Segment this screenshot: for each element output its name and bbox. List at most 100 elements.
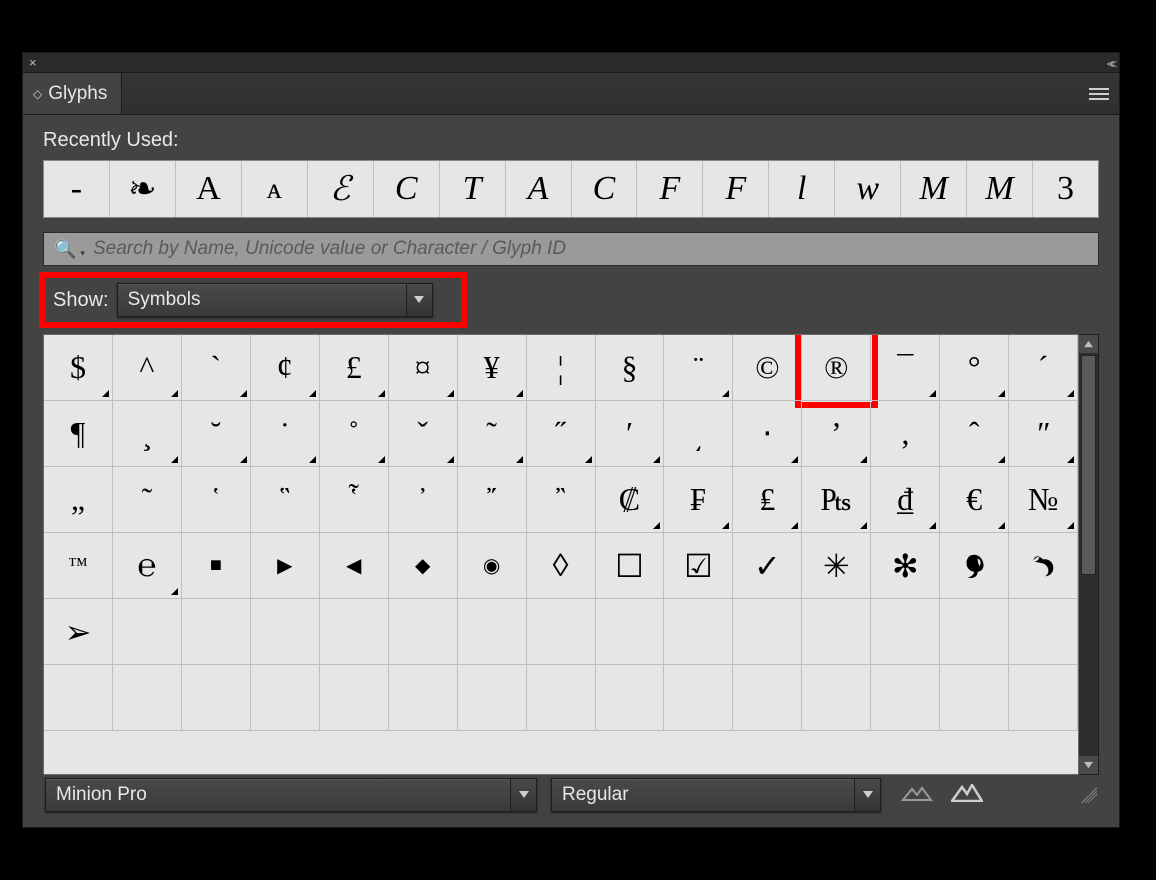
recent-glyph[interactable]: C — [572, 161, 638, 217]
zoom-out-button[interactable] — [901, 784, 933, 807]
glyph-cell[interactable]: ‚ — [871, 401, 940, 467]
glyph-cell[interactable]: ´ — [1009, 335, 1078, 401]
glyph-cell[interactable]: ₫ — [871, 467, 940, 533]
search-dropdown-icon[interactable]: ▾ — [80, 248, 85, 259]
recent-glyph[interactable]: ᴀ — [242, 161, 308, 217]
glyph-cell[interactable]: ` — [182, 335, 251, 401]
scroll-thumb[interactable] — [1081, 355, 1096, 575]
glyph-cell[interactable]: ͵ — [664, 401, 733, 467]
glyph-cell[interactable]: ˝ — [527, 401, 596, 467]
recent-glyph[interactable]: C — [374, 161, 440, 217]
resize-grip[interactable] — [1081, 787, 1097, 803]
show-dropdown[interactable]: Symbols — [117, 283, 433, 317]
glyph-cell[interactable]: € — [940, 467, 1009, 533]
glyph-cell[interactable]: ¢ — [251, 335, 320, 401]
glyph-cell[interactable]: ☑ — [664, 533, 733, 599]
glyph-cell[interactable]: ™ — [44, 533, 113, 599]
glyph-cell[interactable]: ® — [802, 335, 871, 401]
glyph-cell[interactable]: ¨ — [664, 335, 733, 401]
search-input[interactable] — [93, 238, 1088, 260]
recent-glyph[interactable]: 3 — [1033, 161, 1098, 217]
glyph-cell[interactable]: ῎ — [458, 467, 527, 533]
recent-glyph[interactable]: ℰ — [308, 161, 374, 217]
scroll-track[interactable] — [1079, 353, 1098, 756]
grid-scrollbar[interactable] — [1079, 334, 1099, 775]
glyph-cell[interactable]: ˇ — [389, 401, 458, 467]
glyph-cell[interactable]: ₣ — [664, 467, 733, 533]
glyph-cell[interactable]: ˜ — [458, 401, 527, 467]
glyph-cell[interactable] — [1009, 533, 1078, 599]
glyph-cell[interactable]: ¤ — [389, 335, 458, 401]
glyph-cell[interactable]: ῟ — [320, 467, 389, 533]
glyph-cell[interactable]: „ — [44, 467, 113, 533]
recent-glyph[interactable]: F — [703, 161, 769, 217]
font-family-dropdown[interactable]: Minion Pro — [45, 778, 537, 812]
glyph-cell[interactable]: ➢ — [44, 599, 113, 665]
glyph-cell[interactable]: ◀ — [320, 533, 389, 599]
glyph-cell[interactable]: ˘ — [182, 401, 251, 467]
glyph-cell[interactable]: ˚ — [320, 401, 389, 467]
glyph-cell[interactable]: ◊ — [527, 533, 596, 599]
glyph-cell[interactable]: № — [1009, 467, 1078, 533]
recent-glyph[interactable]: A — [176, 161, 242, 217]
tab-label: Glyphs — [48, 83, 107, 105]
glyph-cell[interactable]: ■ — [182, 533, 251, 599]
scroll-up-button[interactable] — [1079, 335, 1098, 353]
scroll-down-button[interactable] — [1079, 756, 1098, 774]
glyph-cell[interactable]: ῍ — [527, 467, 596, 533]
recent-glyph[interactable]: M — [967, 161, 1033, 217]
glyph-cell[interactable]: ✳ — [802, 533, 871, 599]
alternates-icon — [447, 390, 454, 397]
glyph-cell[interactable]: ˆ — [940, 401, 1009, 467]
glyph-cell[interactable]: ☐ — [596, 533, 665, 599]
glyph-cell[interactable]: ῝ — [251, 467, 320, 533]
glyph-search[interactable]: 🔍▾ — [43, 232, 1099, 266]
glyph-cell[interactable]: ¯ — [871, 335, 940, 401]
glyph-cell[interactable]: $ — [44, 335, 113, 401]
glyph-cell[interactable]: ₧ — [802, 467, 871, 533]
glyph-cell[interactable]: ℮ — [113, 533, 182, 599]
recent-glyph[interactable]: l — [769, 161, 835, 217]
glyph-cell[interactable]: ^ — [113, 335, 182, 401]
close-icon[interactable]: × — [29, 57, 37, 69]
glyph-cell[interactable]: ¦ — [527, 335, 596, 401]
glyph-cell[interactable]: ʺ — [1009, 401, 1078, 467]
glyph-cell[interactable]: ˙ — [251, 401, 320, 467]
glyph-cell[interactable]: ʼ — [802, 401, 871, 467]
glyph-cell[interactable]: ✓ — [733, 533, 802, 599]
glyph-cell[interactable]: ῾ — [182, 467, 251, 533]
recent-glyph[interactable]: F — [637, 161, 703, 217]
glyph-cell[interactable]: ₡ — [596, 467, 665, 533]
alternates-icon — [585, 456, 592, 463]
glyph-cell[interactable]: ✻ — [871, 533, 940, 599]
glyph-cell[interactable]: ῀ — [113, 467, 182, 533]
recent-glyph[interactable]: w — [835, 161, 901, 217]
recently-used-row: -❧AᴀℰCTACFFlwMM3 — [43, 160, 1099, 218]
font-style-dropdown[interactable]: Regular — [551, 778, 881, 812]
glyph-cell[interactable]: § — [596, 335, 665, 401]
glyph-cell[interactable]: ¥ — [458, 335, 527, 401]
recent-glyph[interactable]: M — [901, 161, 967, 217]
glyph-cell[interactable]: £ — [320, 335, 389, 401]
recent-glyph[interactable]: A — [506, 161, 572, 217]
glyph-cell[interactable]: ▶ — [251, 533, 320, 599]
tab-glyphs[interactable]: ◇ Glyphs — [23, 73, 122, 114]
glyph-cell[interactable]: ¸ — [113, 401, 182, 467]
glyph-cell[interactable]: ◆ — [389, 533, 458, 599]
glyph-cell[interactable]: ʹ — [596, 401, 665, 467]
glyph-cell[interactable] — [940, 533, 1009, 599]
collapse-icon[interactable]: << — [1107, 57, 1113, 71]
glyph-cell[interactable]: © — [733, 335, 802, 401]
zoom-in-button[interactable] — [951, 784, 983, 807]
glyph-cell[interactable]: ° — [940, 335, 1009, 401]
recent-glyph[interactable]: T — [440, 161, 506, 217]
recent-glyph[interactable]: - — [44, 161, 110, 217]
glyph-cell[interactable]: ‧ — [733, 401, 802, 467]
recent-glyph[interactable]: ❧ — [110, 161, 176, 217]
alternates-icon — [1067, 522, 1074, 529]
panel-menu-button[interactable] — [1079, 73, 1119, 114]
glyph-cell[interactable]: ◉ — [458, 533, 527, 599]
glyph-cell[interactable]: ₤ — [733, 467, 802, 533]
glyph-cell[interactable]: ¶ — [44, 401, 113, 467]
glyph-cell[interactable]: ᾿ — [389, 467, 458, 533]
